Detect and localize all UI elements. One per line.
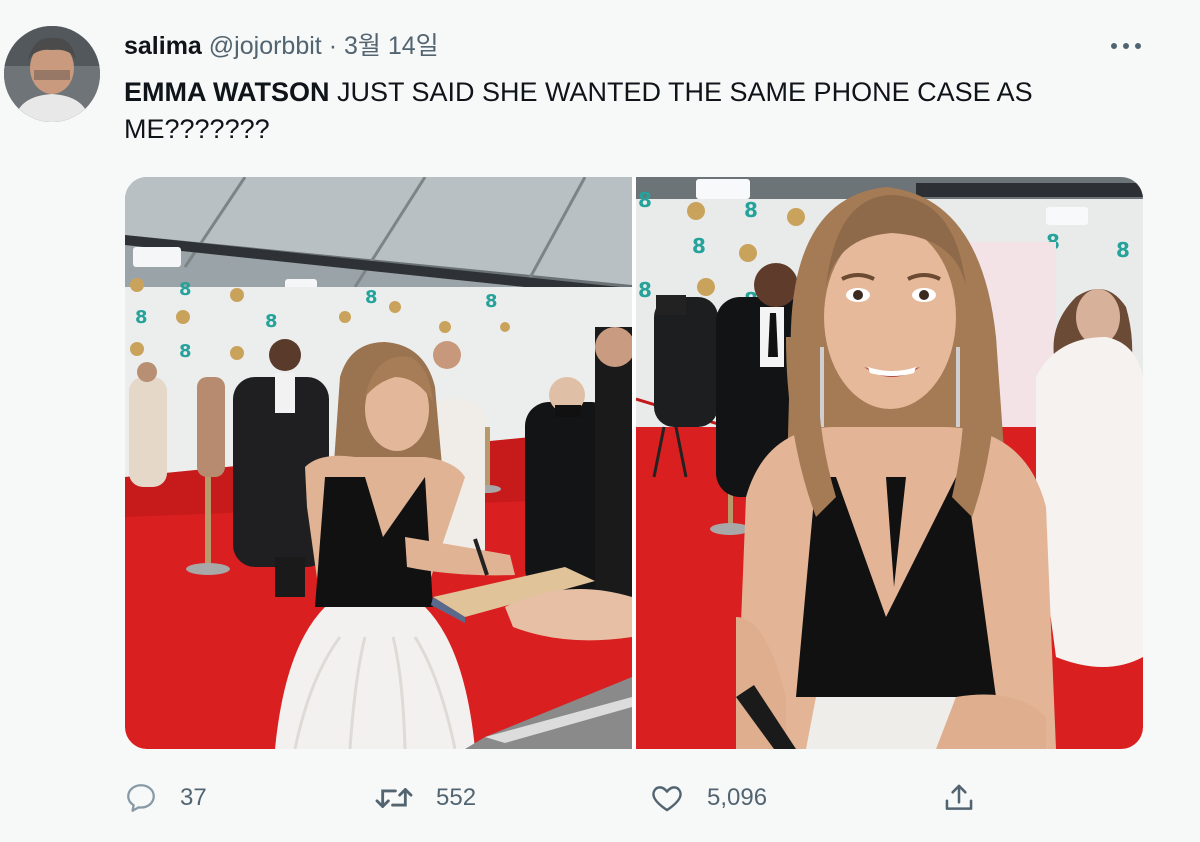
heart-icon: [652, 786, 682, 812]
photo-1[interactable]: 888 888 8: [125, 177, 632, 749]
tweet-card: salima @jojorbbit · 3월 14일 EMMA WATSON J…: [0, 0, 1200, 842]
tweet-actions: 37 552 5,096: [124, 776, 1004, 820]
media-grid: 8 8 8 8 8 8 8 8 8 8 8: [125, 177, 1143, 749]
svg-text:8: 8: [638, 278, 652, 302]
like-button[interactable]: 5,096: [649, 776, 767, 820]
tweet-date[interactable]: 3월 14일: [344, 32, 439, 60]
tweet-header: salima @jojorbbit · 3월 14일: [124, 30, 439, 62]
retweet-button[interactable]: 552: [374, 776, 476, 820]
share-button[interactable]: [942, 776, 998, 820]
svg-text:8: 8: [485, 291, 498, 312]
reply-count: 37: [180, 784, 207, 811]
svg-text:8: 8: [1116, 238, 1130, 262]
more-horizontal-icon[interactable]: [1108, 34, 1144, 58]
reply-bubble-icon: [127, 784, 155, 812]
svg-text:8: 8: [179, 279, 192, 300]
share-upload-icon: [945, 784, 973, 810]
avatar[interactable]: [4, 26, 100, 122]
svg-text:8: 8: [692, 234, 706, 258]
retweet-count: 552: [436, 784, 477, 811]
retweet-arrows-icon: [375, 788, 413, 808]
like-count: 5,096: [707, 784, 768, 811]
photo-2[interactable]: 888 888 88: [636, 177, 1143, 749]
svg-text:8: 8: [135, 307, 148, 328]
tweet-text: EMMA WATSON JUST SAID SHE WANTED THE SAM…: [124, 74, 1134, 148]
svg-text:8: 8: [265, 311, 278, 332]
user-handle[interactable]: @jojorbbit: [209, 32, 322, 60]
reply-button[interactable]: 37: [124, 776, 207, 820]
svg-text:8: 8: [744, 198, 758, 222]
display-name[interactable]: salima: [124, 32, 202, 60]
separator-dot: ·: [328, 32, 338, 60]
svg-text:8: 8: [638, 188, 652, 212]
tweet-text-bold: EMMA WATSON: [124, 77, 330, 107]
svg-text:8: 8: [365, 287, 378, 308]
svg-text:8: 8: [179, 341, 192, 362]
